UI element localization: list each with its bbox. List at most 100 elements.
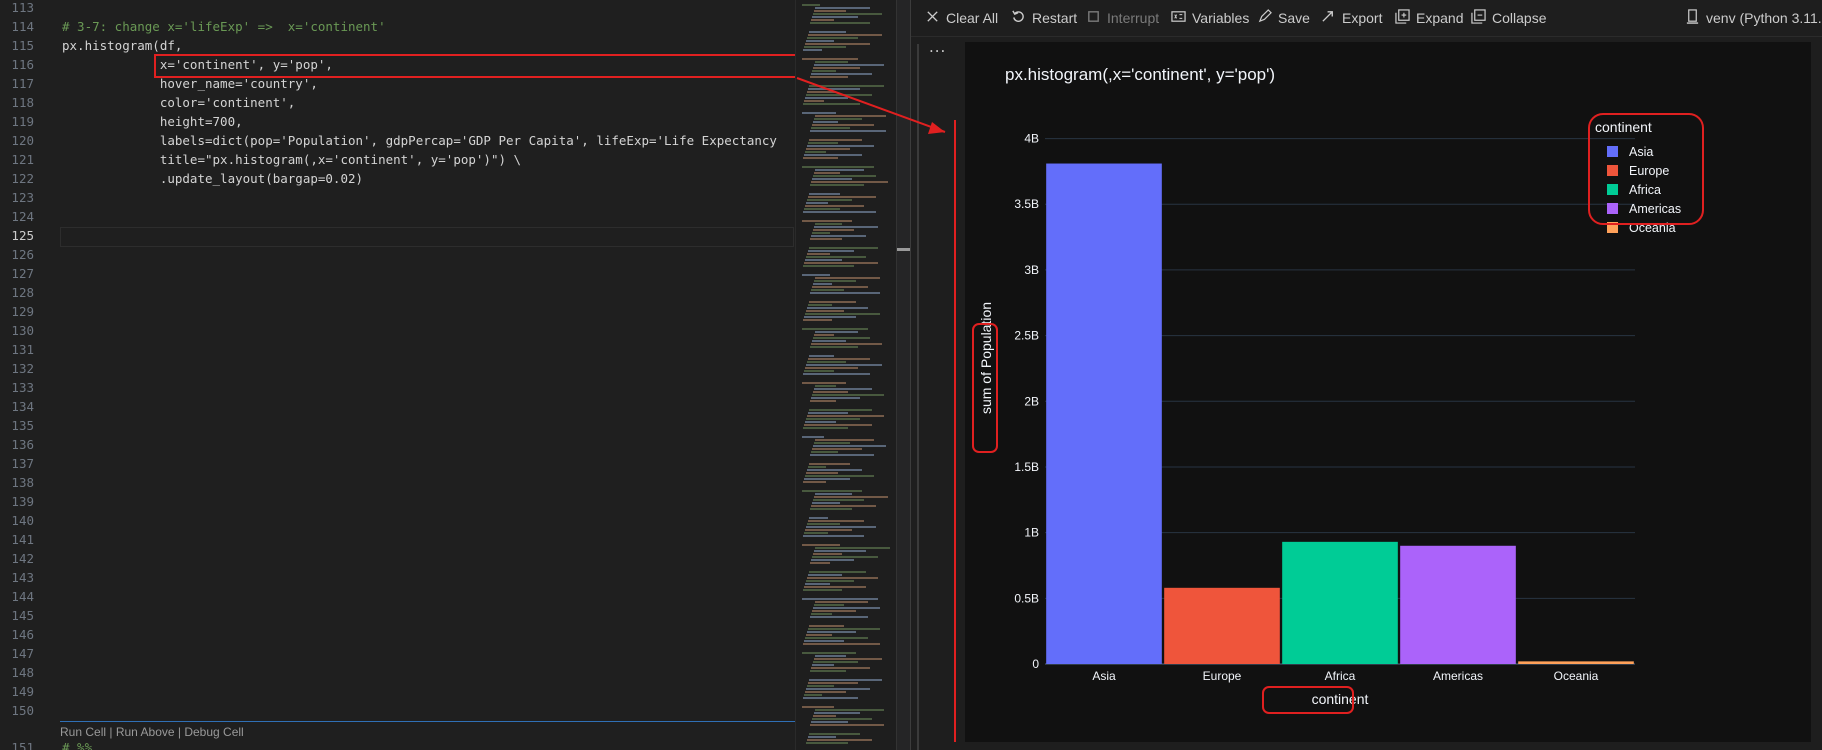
minimap-line xyxy=(805,583,830,585)
minimap-line xyxy=(811,181,888,183)
minimap-line xyxy=(806,256,866,258)
minimap-line xyxy=(815,655,846,657)
minimap-line xyxy=(802,544,840,546)
code-line-122[interactable]: .update_layout(bargap=0.02) xyxy=(62,169,363,188)
x-tick-label: Europe xyxy=(1203,669,1242,683)
code-line-118[interactable]: color='continent', xyxy=(62,93,295,112)
interrupt-button[interactable]: Interrupt xyxy=(1086,9,1159,27)
minimap-line xyxy=(804,262,878,264)
minimap-line xyxy=(807,91,836,93)
variables-button[interactable]: Variables xyxy=(1171,9,1249,27)
save-button[interactable]: Save xyxy=(1257,9,1310,27)
minimap-line xyxy=(803,697,858,699)
minimap-line xyxy=(812,448,862,450)
minimap-line xyxy=(802,58,858,60)
code-line-115[interactable]: px.histogram(df, xyxy=(62,36,182,55)
minimap-line xyxy=(811,451,838,453)
minimap-line xyxy=(813,121,838,123)
line-number: 117 xyxy=(11,76,34,91)
debug-cell-link[interactable]: Debug Cell xyxy=(184,725,243,739)
minimap-line xyxy=(813,337,870,339)
line-number: 129 xyxy=(11,304,34,319)
line-number: 138 xyxy=(11,475,34,490)
minimap-line xyxy=(815,439,874,441)
legend-swatch xyxy=(1607,165,1618,176)
clear-all-button[interactable]: Clear All xyxy=(925,9,998,27)
minimap-line xyxy=(806,148,850,150)
minimap-line xyxy=(814,712,860,714)
y-tick-label: 3.5B xyxy=(1014,197,1039,211)
interactive-window: Clear All Restart Interrupt Variables Sa… xyxy=(910,0,1822,750)
minimap-line xyxy=(810,22,870,24)
line-number: 144 xyxy=(11,589,34,604)
minimap-line xyxy=(803,157,838,159)
code-editor[interactable]: 113 114 115 116 117 118 119 120 121 122 123 124 125 1… xyxy=(0,0,795,750)
interrupt-label: Interrupt xyxy=(1107,10,1160,26)
minimap-line xyxy=(813,715,836,717)
minimap-line xyxy=(815,547,890,549)
minimap-line xyxy=(805,637,868,639)
minimap-line xyxy=(807,307,868,309)
minimap-line xyxy=(814,334,834,336)
restart-button[interactable]: Restart xyxy=(1011,9,1077,27)
minimap-line xyxy=(815,493,852,495)
plotly-chart[interactable]: px.histogram(,x='continent', y='pop') 0 0.… xyxy=(965,42,1811,742)
cell-more-actions[interactable]: ... xyxy=(929,38,946,56)
code-line-119[interactable]: height=700, xyxy=(62,112,243,131)
x-tick-label: Asia xyxy=(1092,669,1116,683)
legend-swatch xyxy=(1607,184,1618,195)
minimap-line xyxy=(811,73,872,75)
minimap-line xyxy=(813,229,854,231)
cell-marker-line[interactable]: # %% xyxy=(62,738,92,750)
export-button[interactable]: Export xyxy=(1321,9,1382,27)
code-line-114[interactable]: # 3-7: change x='lifeExp' => x='continen… xyxy=(62,17,386,36)
minimap-line xyxy=(811,505,876,507)
minimap-line xyxy=(813,391,848,393)
run-cell-link[interactable]: Run Cell xyxy=(60,725,106,739)
minimap-line xyxy=(808,412,848,414)
export-icon xyxy=(1321,9,1336,27)
minimap-line xyxy=(810,508,852,510)
line-number: 122 xyxy=(11,171,34,186)
y-tick-label: 2B xyxy=(1024,394,1039,408)
histogram-chart-svg[interactable]: px.histogram(,x='continent', y='pop') 0 0.… xyxy=(965,42,1811,742)
minimap-line xyxy=(814,388,872,390)
scroll-thumb[interactable] xyxy=(897,248,911,251)
minimap-line xyxy=(810,292,880,294)
minimap-line xyxy=(808,682,858,684)
minimap-line xyxy=(808,466,826,468)
minimap-line xyxy=(812,232,830,234)
minimap-line xyxy=(809,733,860,735)
minimap-line xyxy=(813,67,860,69)
code-line-120[interactable]: labels=dict(pop='Population', gdpPercap=… xyxy=(62,131,777,150)
minimap-line xyxy=(807,631,856,633)
minimap-line xyxy=(811,667,870,669)
kernel-picker[interactable]: venv (Python 3.11.1) xyxy=(1685,9,1822,27)
comment-text: # 3-7: change x='lifeExp' => x='continen… xyxy=(62,19,386,34)
minimap-line xyxy=(802,274,830,276)
minimap-line xyxy=(812,124,874,126)
line-number: 143 xyxy=(11,570,34,585)
variables-label: Variables xyxy=(1192,10,1250,26)
bar-europe xyxy=(1164,587,1280,664)
restart-icon xyxy=(1011,9,1026,27)
minimap-line xyxy=(802,706,834,708)
minimap-line xyxy=(811,235,866,237)
code-line-121[interactable]: title="px.histogram(,x='continent', y='p… xyxy=(62,150,521,169)
run-above-link[interactable]: Run Above xyxy=(116,725,175,739)
y-tick-label: 2.5B xyxy=(1014,329,1039,343)
minimap-line xyxy=(810,76,848,78)
line-number: 115 xyxy=(11,38,34,53)
editor-scrollbar[interactable] xyxy=(896,0,911,750)
save-label: Save xyxy=(1278,10,1310,26)
minimap-line xyxy=(803,211,876,213)
minimap-line xyxy=(803,373,870,375)
minimap-line xyxy=(806,310,844,312)
minimap-line xyxy=(808,520,864,522)
minimap[interactable] xyxy=(795,0,911,750)
collapse-button[interactable]: Collapse xyxy=(1471,9,1546,27)
minimap-line xyxy=(810,562,830,564)
minimap-line xyxy=(815,385,836,387)
minimap-line xyxy=(808,574,842,576)
expand-button[interactable]: Expand xyxy=(1395,9,1463,27)
